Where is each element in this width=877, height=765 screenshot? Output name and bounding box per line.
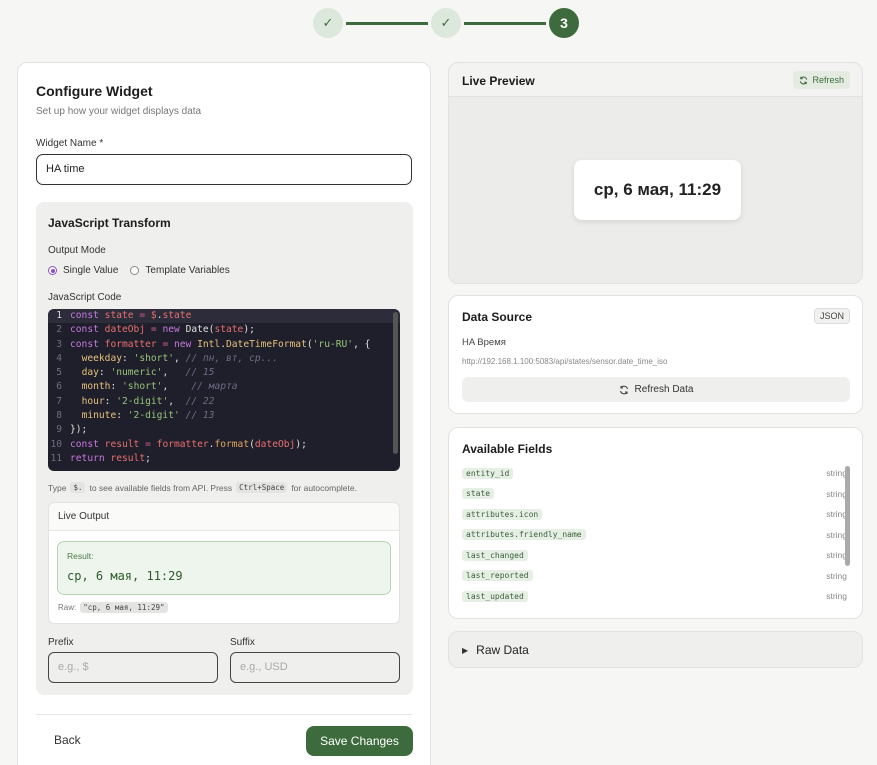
prefix-label: Prefix — [48, 637, 74, 648]
refresh-data-button[interactable]: Refresh Data — [462, 377, 850, 402]
field-name[interactable]: attributes.friendly_name — [462, 529, 586, 540]
field-row[interactable]: attributes.friendly_name string — [462, 528, 847, 542]
data-source-card: Data Source JSON HA Время http://192.168… — [448, 295, 863, 414]
widget-preview-value: ср, 6 мая, 11:29 — [574, 160, 741, 220]
field-type: string — [826, 488, 847, 499]
preview-refresh-button[interactable]: Refresh — [793, 71, 850, 89]
field-name[interactable]: entity_id — [462, 467, 514, 479]
field-name[interactable]: last_changed — [462, 549, 528, 561]
widget-name-input[interactable]: HA time — [36, 154, 412, 185]
js-transform-title: JavaScript Transform — [48, 216, 171, 230]
result-value: ср, 6 мая, 11:29 — [67, 569, 183, 583]
live-preview-title: Live Preview — [462, 74, 535, 88]
raw-data-title: Raw Data — [476, 643, 529, 657]
template-variables-radio[interactable] — [130, 266, 140, 275]
fields-scrollbar[interactable] — [845, 466, 850, 566]
available-fields-title: Available Fields — [462, 442, 553, 456]
expand-triangle-icon[interactable]: ▶ — [462, 646, 468, 655]
data-source-url: http://192.168.1.100:5083/api/states/sen… — [462, 357, 668, 366]
field-name[interactable]: last_updated — [462, 590, 528, 602]
code-hint: Type $. to see available fields from API… — [48, 482, 357, 493]
live-output-title: Live Output — [49, 503, 399, 531]
refresh-icon — [619, 385, 628, 394]
field-name[interactable]: state — [462, 488, 495, 499]
suffix-input[interactable]: e.g., USD — [230, 652, 400, 683]
field-type: string — [826, 509, 847, 519]
prefix-input[interactable]: e.g., $ — [48, 652, 218, 683]
field-name[interactable]: attributes.icon — [462, 508, 543, 520]
raw-output: Raw: "ср, 6 мая, 11:29" — [58, 602, 172, 613]
raw-data-section[interactable]: ▶ Raw Data — [448, 631, 863, 668]
step-1-check-icon[interactable]: ✓ — [313, 8, 343, 38]
single-value-label[interactable]: Single Value — [63, 265, 118, 276]
js-code-label: JavaScript Code — [48, 292, 122, 303]
field-row[interactable]: last_reported string — [462, 569, 847, 583]
field-type: string — [826, 468, 847, 478]
page-title: Configure Widget — [36, 83, 153, 99]
field-row[interactable]: state string — [462, 487, 847, 501]
refresh-icon — [800, 76, 808, 84]
field-name[interactable]: last_reported — [462, 570, 533, 581]
live-preview-card: Live Preview Refresh ср, 6 мая, 11:29 — [448, 62, 863, 284]
suffix-label: Suffix — [230, 637, 255, 648]
javascript-transform-panel: JavaScript Transform Output Mode Single … — [36, 202, 413, 695]
result-label: Result: — [67, 551, 94, 561]
stepper: ✓ ✓ 3 — [313, 8, 579, 38]
field-type: string — [826, 529, 847, 540]
step-2-check-icon[interactable]: ✓ — [431, 8, 461, 38]
template-variables-label[interactable]: Template Variables — [145, 265, 229, 276]
code-editor[interactable]: 1 const state = $.state 2 const dateObj = … — [48, 309, 400, 471]
single-value-radio[interactable] — [48, 266, 57, 275]
stepper-connector — [346, 21, 428, 25]
field-row[interactable]: last_changed string — [462, 548, 847, 562]
output-mode-label: Output Mode — [48, 245, 106, 256]
live-output-panel: Live Output Result: ср, 6 мая, 11:29 Raw… — [48, 502, 400, 624]
field-type: string — [826, 591, 847, 601]
raw-output-value: "ср, 6 мая, 11:29" — [80, 602, 168, 613]
page-subtitle: Set up how your widget displays data — [36, 106, 202, 117]
data-source-name: HA Время — [462, 337, 506, 348]
configure-widget-card: Configure Widget Set up how your widget … — [17, 62, 431, 765]
back-button[interactable]: Back — [54, 733, 81, 747]
result-box: Result: ср, 6 мая, 11:29 — [57, 541, 391, 595]
field-row[interactable]: last_updated string — [462, 589, 847, 603]
field-row[interactable]: attributes.icon string — [462, 507, 847, 521]
stepper-connector — [464, 21, 546, 25]
widget-name-label: Widget Name * — [36, 138, 104, 149]
code-scrollbar[interactable] — [393, 312, 398, 454]
save-changes-button[interactable]: Save Changes — [306, 726, 413, 756]
field-row[interactable]: entity_id string — [462, 466, 847, 480]
available-fields-card: Available Fields entity_id string state str… — [448, 427, 863, 619]
footer-divider — [36, 714, 412, 715]
data-source-type-badge: JSON — [813, 308, 850, 324]
output-mode-radio-group: Single Value Template Variables — [48, 265, 230, 276]
step-3-current: 3 — [549, 8, 579, 38]
field-type: string — [826, 570, 847, 581]
field-type: string — [826, 550, 847, 560]
data-source-title: Data Source — [462, 310, 533, 324]
